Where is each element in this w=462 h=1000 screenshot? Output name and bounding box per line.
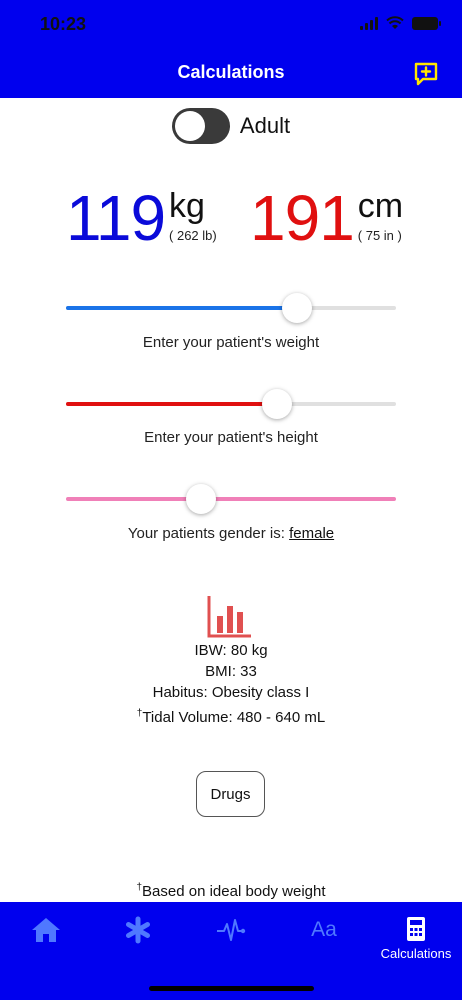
toggle-label: Adult (239, 113, 291, 138)
footnote: †Based on ideal body weight (0, 882, 462, 900)
height-caption: Enter your patient's height (144, 429, 318, 446)
tab-calculations-label: Calculations (380, 946, 452, 961)
tidal-volume-result: †Tidal Volume: 480 - 640 mL (0, 703, 462, 728)
calculator-icon (407, 917, 425, 941)
gender-value[interactable]: female (289, 525, 334, 542)
adult-toggle[interactable] (171, 108, 230, 144)
ibw-result: IBW: 80 kg (194, 642, 268, 659)
mode-toggle-row: Adult (0, 108, 462, 144)
nav-header: 10:23 Calculations (0, 0, 462, 98)
page-title: Calculations (177, 62, 285, 82)
weight-caption: Enter your patient's weight (142, 334, 320, 351)
message-plus-icon (414, 62, 438, 86)
results-panel: IBW: 80 kg BMI: 33 Habitus: Obesity clas… (0, 640, 462, 728)
pulse-icon (217, 919, 246, 941)
tab-home[interactable] (0, 916, 92, 944)
slider-thumb[interactable] (186, 484, 217, 514)
text-size-icon: Aa (311, 918, 337, 941)
wifi-icon (386, 16, 404, 29)
slider-thumb[interactable] (282, 293, 312, 323)
tab-asterisk[interactable] (92, 916, 184, 944)
status-time: 10:23 (40, 14, 87, 34)
tab-calculations[interactable]: Calculations (370, 916, 462, 961)
height-readout: 191 cm ( 75 in ) (250, 186, 403, 250)
gender-slider[interactable] (66, 484, 396, 514)
gender-caption: Your patients gender is: female (0, 525, 462, 542)
height-unit: cm (357, 187, 404, 225)
bar-chart-icon (207, 596, 251, 638)
weight-unit: kg (169, 187, 205, 225)
drugs-button-label: Drugs (210, 785, 251, 803)
gender-caption-prefix: Your patients gender is: (127, 525, 290, 542)
status-icons (360, 16, 441, 30)
height-slider[interactable] (66, 389, 396, 419)
battery-icon (412, 16, 441, 30)
slider-fill (66, 402, 278, 406)
weight-value: 119 (66, 182, 166, 254)
weight-slider[interactable] (66, 293, 396, 323)
asterisk-icon (126, 916, 150, 944)
bmi-result: BMI: 33 (205, 663, 257, 680)
toggle-knob (174, 111, 205, 141)
home-icon (32, 918, 60, 942)
drugs-button[interactable]: Drugs (196, 771, 265, 817)
height-value: 191 (250, 182, 355, 254)
feedback-button[interactable] (412, 60, 440, 88)
weight-readout: 119 kg ( 262 lb) (66, 186, 217, 250)
habitus-result: Habitus: Obesity class I (152, 684, 310, 701)
slider-thumb[interactable] (262, 389, 293, 419)
tidal-volume-text: Tidal Volume: 480 - 640 mL (142, 709, 326, 726)
signal-icon (360, 16, 378, 30)
tab-text-size[interactable]: Aa (278, 916, 370, 944)
tab-pulse[interactable] (185, 916, 277, 944)
slider-track (66, 497, 396, 501)
weight-imperial: ( 262 lb) (169, 228, 217, 243)
tab-bar: Aa Calculations (0, 902, 462, 1000)
footnote-text: Based on ideal body weight (142, 883, 326, 900)
height-imperial: ( 75 in ) (357, 228, 402, 243)
home-indicator (149, 986, 314, 991)
slider-fill (66, 306, 297, 310)
